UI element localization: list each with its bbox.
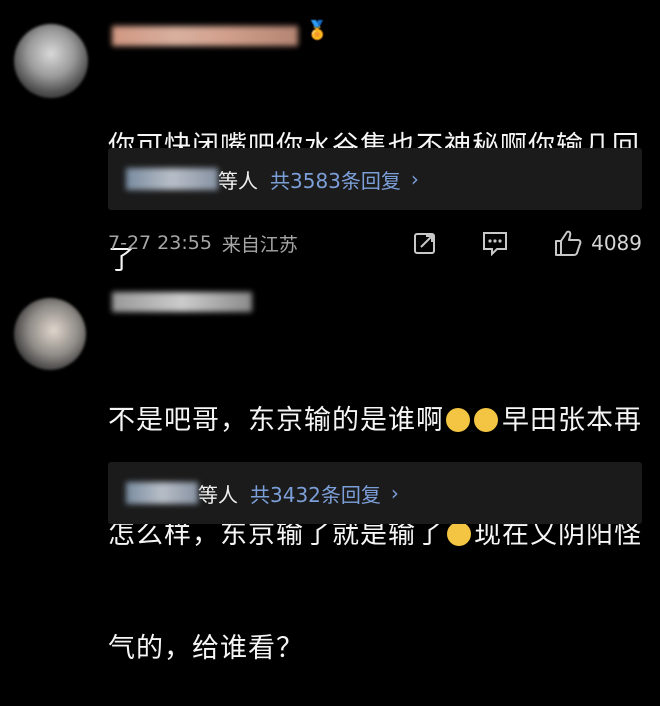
like-count: 4089 (591, 231, 642, 255)
reply-users-blurred (126, 168, 218, 190)
like-icon[interactable] (553, 228, 583, 258)
laughing-emoji-icon (446, 408, 470, 432)
reply-who: 等人 (198, 482, 238, 507)
replies-summary[interactable]: 等人 共3432条回复 › (108, 462, 642, 524)
reply-who: 等人 (218, 168, 258, 193)
smile-emoji-icon (447, 522, 471, 546)
username-blurred[interactable] (112, 292, 252, 312)
comment-icon[interactable] (481, 229, 509, 257)
laughing-emoji-icon (474, 408, 498, 432)
timestamp: 7-27 23:55 (108, 232, 212, 254)
arrow-right-icon: › (410, 167, 419, 191)
reply-count-link[interactable]: 共3583条回复 (270, 165, 401, 194)
user-badge-icon: 🏅 (306, 20, 329, 41)
replies-summary[interactable]: 等人 共3583条回复 › (108, 148, 642, 210)
arrow-right-icon: › (390, 481, 399, 505)
location: 来自江苏 (221, 233, 298, 256)
comment-meta: 7-27 23:55 来自江苏 4089 (108, 228, 642, 258)
reply-count-link[interactable]: 共3432条回复 (250, 479, 381, 508)
reply-users-blurred (126, 482, 198, 504)
share-icon[interactable] (411, 229, 439, 257)
username-blurred[interactable] (112, 26, 298, 46)
avatar[interactable] (14, 24, 88, 98)
avatar[interactable] (14, 298, 86, 370)
